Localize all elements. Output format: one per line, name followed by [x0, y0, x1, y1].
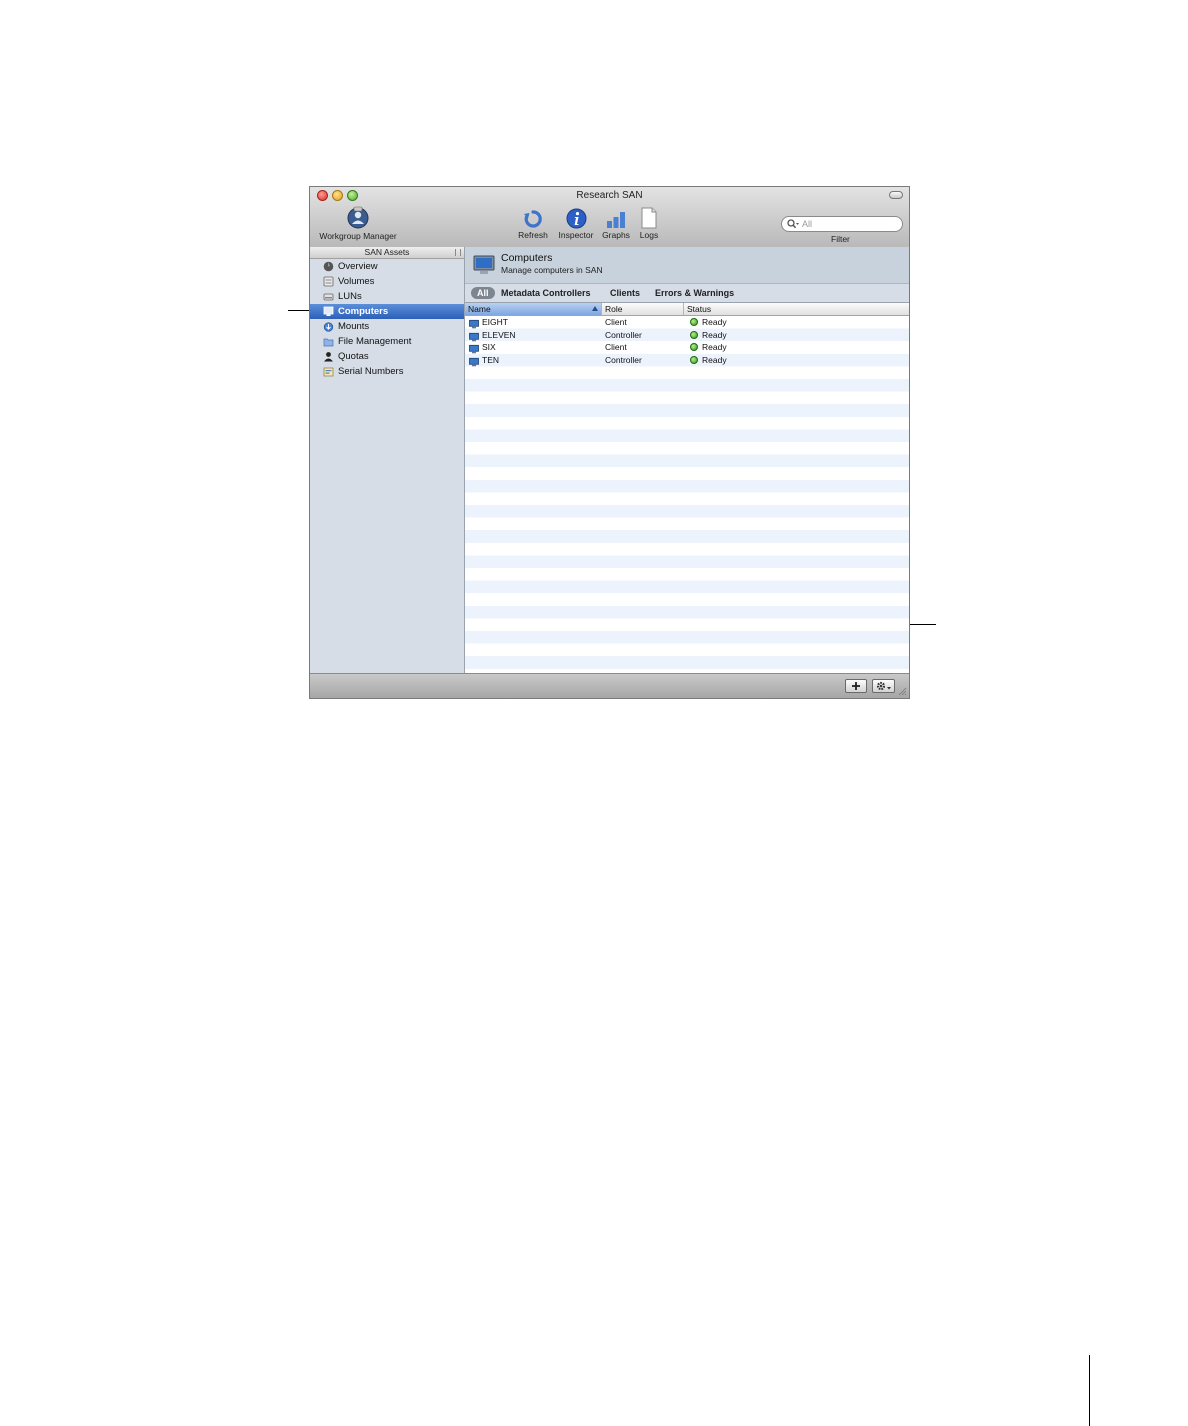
- lun-icon: [323, 293, 334, 301]
- table-row[interactable]: EIGHT Client Ready: [465, 316, 909, 329]
- column-header-label: Name: [468, 304, 491, 314]
- table-row[interactable]: TEN Controller Ready: [465, 354, 909, 367]
- mount-icon: [323, 322, 334, 332]
- refresh-label: Refresh: [518, 230, 548, 240]
- cell-status: Ready: [690, 316, 727, 329]
- column-header-status[interactable]: Status: [684, 303, 909, 315]
- sidebar-item-label: Serial Numbers: [338, 366, 404, 377]
- computer-icon: [469, 357, 479, 367]
- quota-icon: [324, 352, 333, 362]
- section-header: Computers Manage computers in SAN: [465, 247, 909, 284]
- filter-label: Filter: [831, 234, 850, 244]
- cell-role: Controller: [605, 354, 642, 365]
- graphs-label: Graphs: [602, 230, 630, 240]
- plus-icon: [852, 682, 860, 690]
- app-window: Research SAN Workgroup Manager Refresh I…: [309, 186, 910, 699]
- sidebar-item-label: Volumes: [338, 276, 375, 287]
- inspector-button[interactable]: Inspector: [555, 208, 597, 240]
- sidebar-item-label: File Management: [338, 336, 412, 347]
- column-header-label: Role: [605, 304, 623, 314]
- refresh-icon: [524, 210, 542, 228]
- add-button[interactable]: [845, 679, 867, 693]
- scope-errors-warnings[interactable]: Errors & Warnings: [655, 287, 734, 299]
- computers-table: Name Role Status EIGHT Client Ready ELEV…: [465, 303, 909, 674]
- cell-role: Client: [605, 342, 627, 353]
- serial-number-icon: [323, 367, 334, 377]
- refresh-button[interactable]: Refresh: [516, 209, 550, 240]
- sidebar-item-luns[interactable]: LUNs: [310, 289, 464, 304]
- search-icon: [787, 219, 799, 229]
- status-ready-icon: [690, 355, 698, 364]
- column-header-label: Status: [687, 304, 712, 314]
- cell-role: Controller: [605, 329, 642, 340]
- logs-icon: [641, 207, 657, 229]
- graphs-icon: [607, 212, 625, 228]
- sidebar-item-serial-numbers[interactable]: Serial Numbers: [310, 364, 464, 379]
- sidebar-item-quotas[interactable]: Quotas: [310, 349, 464, 364]
- logs-button[interactable]: Logs: [636, 207, 662, 240]
- status-ready-icon: [690, 318, 698, 326]
- sidebar-item-mounts[interactable]: Mounts: [310, 319, 464, 334]
- cell-role: Client: [605, 317, 627, 327]
- sidebar-item-label: Overview: [338, 261, 378, 272]
- sidebar-item-computers[interactable]: Computers: [310, 304, 464, 319]
- cell-name: SIX: [482, 342, 496, 353]
- sidebar-header: SAN Assets: [310, 247, 464, 259]
- inspector-icon: [566, 208, 586, 229]
- workgroup-manager-label: Workgroup Manager: [319, 231, 397, 241]
- sidebar-resize-handle[interactable]: [455, 249, 461, 256]
- table-header: Name Role Status: [465, 303, 909, 316]
- column-header-role[interactable]: Role: [602, 303, 684, 315]
- column-header-name[interactable]: Name: [465, 303, 602, 315]
- cell-name: TEN: [482, 354, 499, 365]
- graphs-button[interactable]: Graphs: [599, 209, 633, 240]
- sort-ascending-icon: [592, 306, 598, 311]
- sidebar-item-label: Computers: [338, 306, 389, 317]
- section-title: Computers: [501, 252, 553, 264]
- folder-icon: [323, 338, 334, 347]
- cell-status: Ready: [690, 354, 727, 367]
- computers-header-icon: [473, 255, 495, 274]
- cell-status: Ready: [690, 341, 727, 354]
- status-ready-icon: [690, 330, 698, 339]
- scope-bar: All Metadata Controllers Clients Errors …: [465, 284, 909, 303]
- table-row[interactable]: SIX Client Ready: [465, 341, 909, 354]
- bottom-bar: [310, 673, 909, 698]
- sidebar-item-label: LUNs: [338, 291, 362, 302]
- table-row[interactable]: ELEVEN Controller Ready: [465, 329, 909, 342]
- sidebar-item-volumes[interactable]: Volumes: [310, 274, 464, 289]
- sidebar-item-label: Mounts: [338, 321, 370, 332]
- sidebar-header-label: SAN Assets: [364, 247, 410, 257]
- workgroup-manager-button[interactable]: Workgroup Manager: [314, 206, 402, 241]
- main-content: Computers Manage computers in SAN All Me…: [465, 247, 909, 674]
- window-title: Research SAN: [576, 190, 643, 201]
- scope-all[interactable]: All: [471, 287, 495, 299]
- inspector-label: Inspector: [558, 230, 594, 240]
- sidebar: SAN Assets Overview Volumes LUNs Compute…: [310, 247, 465, 674]
- cell-status: Ready: [690, 329, 727, 342]
- sidebar-item-file-management[interactable]: File Management: [310, 334, 464, 349]
- page-margin-rule: [1089, 1355, 1090, 1426]
- sidebar-item-overview[interactable]: Overview: [310, 259, 464, 274]
- section-subtitle: Manage computers in SAN: [501, 265, 603, 275]
- filter-search-field[interactable]: [781, 216, 903, 232]
- window-resize-handle[interactable]: [898, 687, 907, 696]
- logs-label: Logs: [639, 230, 659, 240]
- cell-name: ELEVEN: [482, 329, 516, 340]
- toolbar-toggle-button[interactable]: [889, 191, 903, 199]
- scope-metadata-controllers[interactable]: Metadata Controllers: [501, 287, 591, 299]
- volume-icon: [323, 276, 334, 287]
- workgroup-manager-icon: [347, 206, 369, 229]
- filter-search-input[interactable]: [802, 218, 898, 230]
- computer-icon: [323, 306, 334, 316]
- table-body: EIGHT Client Ready ELEVEN Controller Rea…: [465, 316, 909, 674]
- scope-clients[interactable]: Clients: [610, 287, 640, 299]
- titlebar-toolbar: Research SAN Workgroup Manager Refresh I…: [310, 187, 909, 248]
- cell-name: EIGHT: [482, 317, 508, 327]
- overview-icon: [323, 261, 334, 272]
- action-menu-button[interactable]: [872, 679, 895, 693]
- sidebar-item-label: Quotas: [338, 351, 369, 362]
- gear-icon: [876, 681, 891, 691]
